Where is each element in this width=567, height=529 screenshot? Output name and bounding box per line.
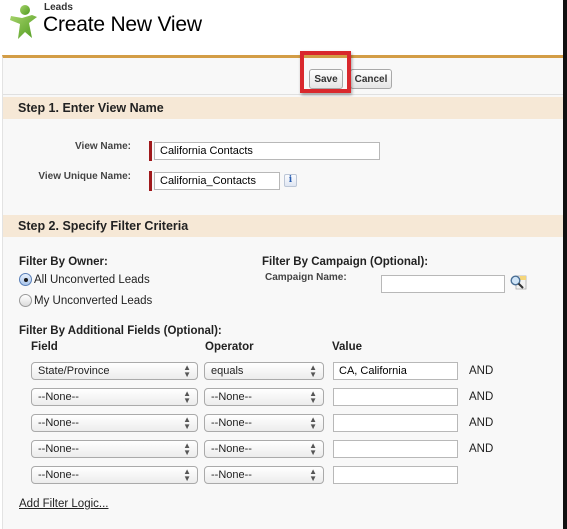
- value-input[interactable]: [333, 362, 458, 380]
- window-edge: [563, 0, 567, 529]
- value-input[interactable]: [333, 440, 458, 458]
- operator-select[interactable]: equals ▲ ▼: [204, 362, 324, 380]
- filter-by-campaign-label: Filter By Campaign (Optional):: [262, 256, 429, 268]
- owner-option-label: All Unconverted Leads: [34, 273, 150, 286]
- add-filter-logic-link[interactable]: Add Filter Logic...: [19, 498, 108, 510]
- operator-select[interactable]: --None-- ▲ ▼: [204, 388, 324, 406]
- field-column-header: Field: [31, 341, 58, 353]
- required-indicator: [149, 141, 152, 161]
- conjunction-label: AND: [469, 365, 494, 377]
- filter-by-owner-label: Filter By Owner:: [19, 256, 108, 268]
- page-header: Leads Create New View: [0, 0, 563, 55]
- select-arrows-icon: ▲ ▼: [309, 415, 317, 431]
- view-unique-name-input[interactable]: [154, 172, 280, 190]
- select-arrows-icon: ▲ ▼: [183, 363, 191, 379]
- select-arrows-icon: ▲ ▼: [309, 441, 317, 457]
- select-arrows-icon: ▲ ▼: [309, 363, 317, 379]
- radio-unchecked[interactable]: [19, 294, 32, 307]
- operator-column-header: Operator: [205, 341, 254, 353]
- create-view-form: Save Cancel Step 1. Enter View Name View…: [2, 51, 563, 529]
- value-column-header: Value: [332, 341, 363, 353]
- campaign-name-input[interactable]: [381, 275, 505, 293]
- required-indicator: [149, 171, 152, 191]
- radio-checked[interactable]: [19, 273, 32, 286]
- field-select-value: --None--: [38, 469, 79, 481]
- step1-heading: Step 1. Enter View Name: [3, 97, 563, 119]
- operator-select-value: --None--: [211, 469, 252, 481]
- view-name-label: View Name:: [75, 141, 131, 152]
- owner-option-mine[interactable]: My Unconverted Leads: [19, 294, 152, 307]
- value-input[interactable]: [333, 388, 458, 406]
- lookup-magnifier-icon[interactable]: [509, 274, 527, 290]
- save-button[interactable]: Save: [309, 69, 343, 89]
- select-arrows-icon: ▲ ▼: [183, 389, 191, 405]
- owner-option-label: My Unconverted Leads: [34, 294, 153, 307]
- select-arrows-icon: ▲ ▼: [309, 389, 317, 405]
- select-arrows-icon: ▲ ▼: [183, 467, 191, 483]
- campaign-name-label: Campaign Name:: [265, 272, 347, 283]
- conjunction-label: AND: [469, 391, 494, 403]
- field-select-value: State/Province: [38, 365, 110, 377]
- field-select-value: --None--: [38, 443, 79, 455]
- field-select-value: --None--: [38, 417, 79, 429]
- value-input[interactable]: [333, 414, 458, 432]
- operator-select-value: equals: [211, 365, 244, 377]
- filter-by-additional-fields-label: Filter By Additional Fields (Optional):: [19, 325, 222, 337]
- operator-select-value: --None--: [211, 443, 252, 455]
- operator-select-value: --None--: [211, 391, 252, 403]
- field-select[interactable]: --None-- ▲ ▼: [31, 388, 198, 406]
- field-select[interactable]: --None-- ▲ ▼: [31, 414, 198, 432]
- step2-heading: Step 2. Specify Filter Criteria: [3, 215, 563, 237]
- cancel-button[interactable]: Cancel: [350, 69, 392, 89]
- view-unique-name-label: View Unique Name:: [38, 171, 131, 182]
- leads-person-icon: [10, 5, 37, 39]
- value-input[interactable]: [333, 466, 458, 484]
- field-select-value: --None--: [38, 391, 79, 403]
- operator-select[interactable]: --None-- ▲ ▼: [204, 466, 324, 484]
- conjunction-label: AND: [469, 417, 494, 429]
- info-icon[interactable]: i: [284, 174, 297, 187]
- button-bar: Save Cancel: [3, 51, 563, 95]
- conjunction-label: AND: [469, 443, 494, 455]
- select-arrows-icon: ▲ ▼: [309, 467, 317, 483]
- select-arrows-icon: ▲ ▼: [183, 441, 191, 457]
- page-title: Create New View: [43, 13, 202, 36]
- field-select[interactable]: --None-- ▲ ▼: [31, 466, 198, 484]
- field-select[interactable]: --None-- ▲ ▼: [31, 440, 198, 458]
- operator-select-value: --None--: [211, 417, 252, 429]
- field-select[interactable]: State/Province ▲ ▼: [31, 362, 198, 380]
- object-label: Leads: [44, 2, 73, 13]
- operator-select[interactable]: --None-- ▲ ▼: [204, 414, 324, 432]
- select-arrows-icon: ▲ ▼: [183, 415, 191, 431]
- operator-select[interactable]: --None-- ▲ ▼: [204, 440, 324, 458]
- view-name-input[interactable]: [154, 142, 380, 160]
- owner-option-all[interactable]: All Unconverted Leads: [19, 273, 150, 286]
